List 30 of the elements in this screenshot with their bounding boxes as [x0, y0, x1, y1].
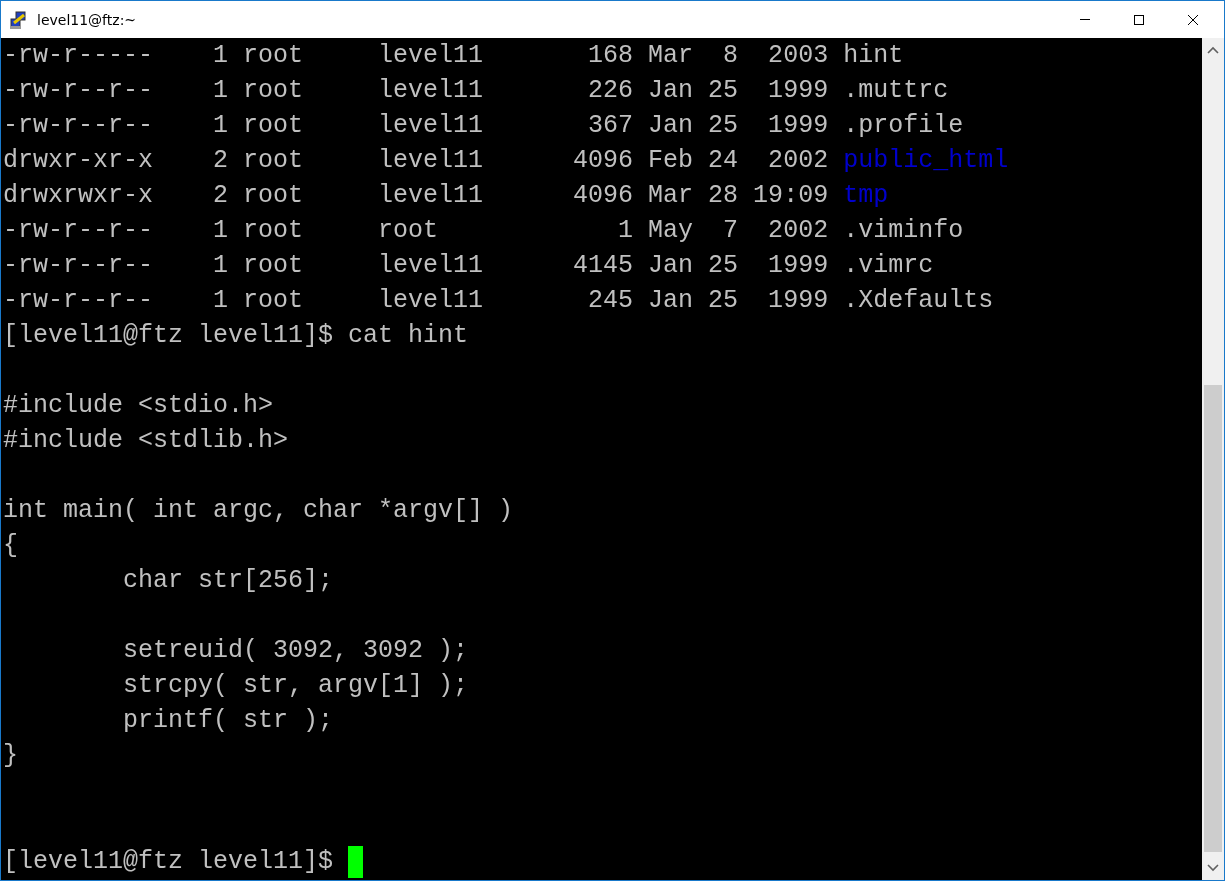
window-title: level11@ftz:~	[37, 11, 137, 28]
terminal-line: setreuid( 3092, 3092 );	[122, 635, 469, 667]
scrollbar-thumb[interactable]	[1204, 385, 1222, 852]
terminal-line: int main( int argc, char *argv[] )	[3, 495, 514, 527]
terminal-line: #include <stdio.h>	[3, 390, 274, 422]
terminal-line: drwxr-xr-x 2 root level11 4096 Feb 24 2002	[3, 145, 830, 177]
terminal-line: -rw-r--r-- 1 root level11 367 Jan 25 1999 .profile	[3, 110, 964, 142]
scrollbar[interactable]	[1202, 38, 1224, 880]
terminal-line: {	[3, 530, 18, 562]
terminal-line: [level11@ftz level11]$	[3, 846, 335, 878]
terminal-line: strcpy( str, argv[1] );	[122, 670, 469, 702]
terminal-line: [level11@ftz level11]$ cat hint	[3, 320, 469, 352]
terminal-screen[interactable]	[1, 38, 1202, 880]
terminal-line: -rw-r----- 1 root level11 168 Mar 8 2003 hint	[3, 40, 904, 72]
terminal-line: -rw-r--r-- 1 root level11 245 Jan 25 1999 .Xdefaults	[3, 285, 994, 317]
directory-name: public_html	[843, 145, 1009, 177]
close-icon	[1187, 13, 1199, 26]
scroll-up-icon[interactable]	[1207, 46, 1219, 54]
maximize-icon	[1133, 13, 1145, 26]
terminal-line: printf( str );	[122, 705, 334, 737]
terminal-line: -rw-r--r-- 1 root root 1 May 7 2002 .viminfo	[3, 215, 964, 247]
terminal-line: char str[256];	[122, 565, 334, 597]
scroll-down-icon[interactable]	[1207, 864, 1219, 872]
terminal-line: drwxrwxr-x 2 root level11 4096 Mar 28 19:09	[3, 180, 830, 212]
terminal-line: -rw-r--r-- 1 root level11 4145 Jan 25 1999 .vimrc	[3, 250, 934, 282]
directory-name: tmp	[843, 180, 889, 212]
terminal-line: #include <stdlib.h>	[3, 425, 289, 457]
terminal-line: -rw-r--r-- 1 root level11 226 Jan 25 1999 .muttrc	[3, 75, 949, 107]
terminal-line: }	[3, 740, 18, 772]
minimize-icon	[1080, 19, 1090, 20]
